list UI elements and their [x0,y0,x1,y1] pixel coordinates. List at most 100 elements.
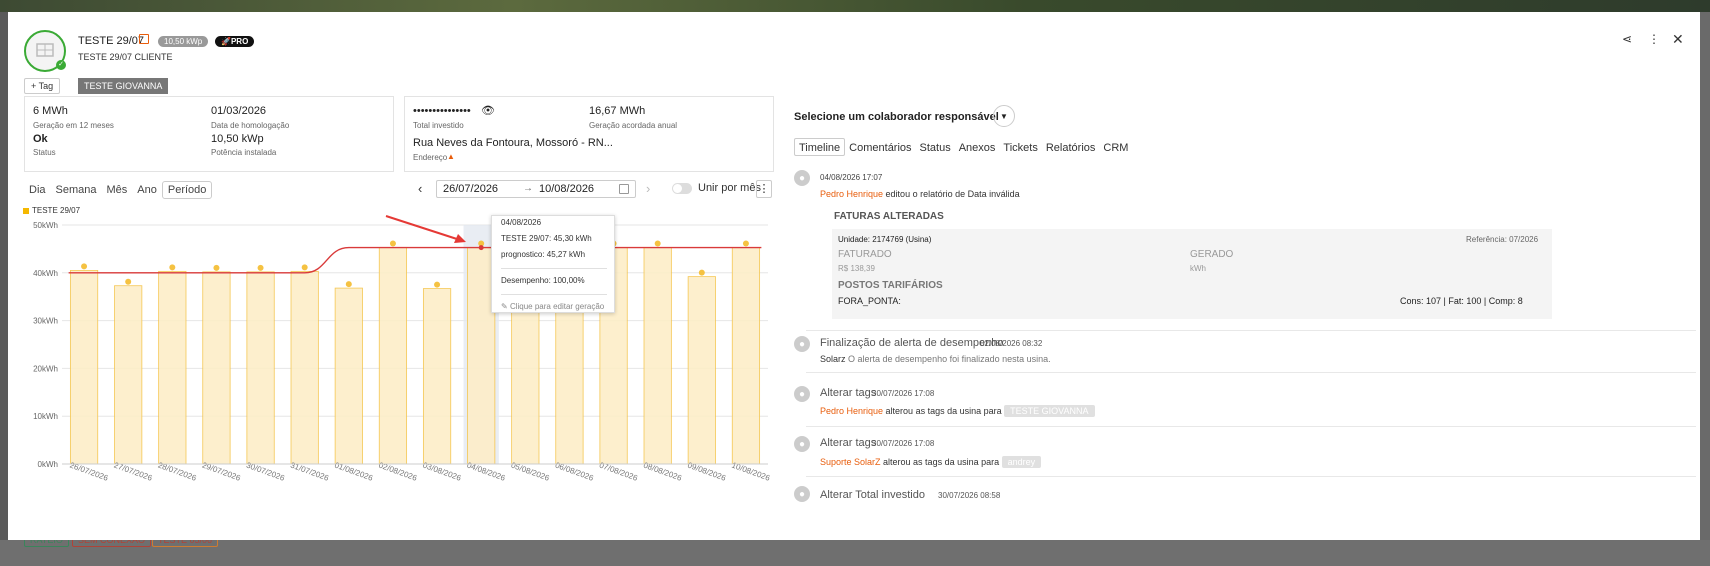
tab-status[interactable]: Status [916,139,955,157]
chart-options-icon[interactable]: ⋮ [756,180,772,198]
end-date[interactable]: 10/08/2026 [539,183,594,195]
entry2-desc: O alerta de desempenho foi finalizado ne… [845,354,1051,364]
tooltip-edit-label: Clique para editar geração [509,302,605,311]
entry1-changes: FATURAS ALTERADAS Unidade: 2174769 (Usin… [828,205,1694,329]
tab-timeline[interactable]: Timeline [794,138,846,156]
period-tab-ano[interactable]: Ano [132,181,162,199]
period-tab-dia[interactable]: Dia [24,181,51,199]
entry4-chip: andrey [1001,456,1042,468]
unir-por-mes-toggle[interactable] [672,183,692,194]
tooltip-edit-link[interactable]: ✎ Clique para editar geração [501,302,604,311]
unir-por-mes-label: Unir por mês [698,182,761,194]
chart-tooltip: 04/08/2026 TESTE 29/07: 45,30 kWh progno… [491,215,615,313]
sun-icon [301,264,308,271]
invest-value: ••••••••••••••• [413,105,471,117]
background-banner [0,0,1710,12]
reference-label: Referência: 07/2026 [1466,235,1539,244]
faturado-value: R$ 138,39 [838,264,875,273]
sun-icon [257,264,264,271]
postos-label: POSTOS TARIFÁRIOS [838,280,943,291]
share-icon[interactable]: ⋖ [1622,32,1632,46]
entry3-title: Alterar tags [820,387,877,399]
sun-icon [742,240,749,247]
responsible-label: Selecione um colaborador responsável [794,111,999,123]
tab-crm[interactable]: CRM [1099,139,1132,157]
unit-label: Unidade: 2174769 (Usina) [838,235,932,244]
entry1-text: Pedro Henrique editou o relatório de Dat… [820,189,1020,199]
calendar-icon[interactable] [619,184,629,194]
forecast-point [478,245,484,251]
fora-ponta-label: FORA_PONTA: [838,296,901,306]
entry4-date: 30/07/2026 17:08 [872,439,935,448]
stats-card-left: 6 MWh Geração em 12 meses Ok Status 01/0… [24,96,394,172]
previous-period-icon[interactable]: ‹ [418,181,422,196]
entry3-date: 30/07/2026 17:08 [872,389,935,398]
online-check-icon: ✓ [56,60,66,70]
right-tabs: Timeline Comentários Status Anexos Tickets Re… [794,138,1132,157]
date-range-picker[interactable]: 26/07/2026 → 10/08/2026 [436,180,636,198]
next-period-icon[interactable]: › [646,181,650,196]
user-avatar-icon: ● [794,170,810,186]
pro-badge: 🚀PRO [215,36,255,47]
close-icon[interactable]: ✕ [1672,31,1684,48]
more-vertical-icon[interactable]: ⋮ [1648,32,1660,46]
tab-anexos[interactable]: Anexos [955,139,1000,157]
tab-relatorios[interactable]: Relatórios [1042,139,1100,157]
faturado-label: FATURADO [838,249,892,260]
agreed-value: 16,67 MWh [589,105,646,117]
map-pin-icon[interactable]: ▲ [447,152,455,161]
eye-icon[interactable]: 👁 [481,104,495,117]
annotation-arrow [385,215,466,243]
y-tick-label: 30kWh [33,317,58,326]
entry1-user[interactable]: Pedro Henrique [820,189,883,199]
address-label: Endereço [413,153,448,162]
homolog-value: 01/03/2026 [211,105,267,117]
period-tab-semana[interactable]: Semana [51,181,102,199]
entry2-title: Finalização de alerta de desempenho [820,337,1004,349]
user-avatar-icon: ● [794,336,810,352]
generation-label: Geração em 12 meses [33,121,114,130]
period-tab-mes[interactable]: Mês [102,181,133,199]
power-label: Potência instalada [211,148,277,157]
responsible-dropdown-icon[interactable]: ▼ [993,105,1015,127]
period-tabs: Dia Semana Mês Ano Período [24,180,213,199]
timeline-divider [806,426,1696,427]
bar [246,271,275,465]
entry1-date: 04/08/2026 17:07 [820,173,883,182]
bar [731,247,761,465]
entry2-date: 02/08/2026 08:32 [980,339,1043,348]
entry1-desc: editou o relatório de Data inválida [883,189,1020,199]
entry4-text: Suporte SolarZ alterou as tags da usina … [820,456,1042,468]
period-tab-periodo[interactable]: Período [161,181,213,199]
add-tag-label: Tag [38,81,54,91]
client-name: TESTE 29/07 CLIENTE [78,52,173,62]
entry3-desc: alterou as tags da usina para [883,406,1002,416]
bar [378,247,408,465]
agreed-label: Geração acordada anual [589,121,678,130]
address-value: Rua Neves da Fontoura, Mossoró - RN... [413,137,613,149]
add-tag-button[interactable]: + Tag [24,78,61,94]
tooltip-performance: Desempenho: 100,00% [501,276,585,285]
bar [422,288,452,465]
external-link-icon[interactable] [139,34,149,44]
plant-modal: ✓ TESTE 29/07 10,50 kWp 🚀PRO TESTE 29/07… [8,12,1700,540]
bar [643,247,672,465]
user-avatar-icon: ● [794,436,810,452]
bar [290,270,319,465]
tab-comentarios[interactable]: Comentários [845,139,915,157]
sun-icon [654,240,661,247]
tooltip-date: 04/08/2026 [501,218,542,227]
bar [69,270,99,465]
entry4-user[interactable]: Suporte SolarZ [820,457,881,467]
sun-icon [125,278,132,285]
start-date[interactable]: 26/07/2026 [443,183,498,195]
y-tick-label: 50kWh [33,221,58,230]
background-left [0,12,8,566]
timeline-divider [806,330,1696,331]
bar [334,287,363,465]
power-badge: 10,50 kWp [158,36,209,47]
entry3-user[interactable]: Pedro Henrique [820,406,883,416]
stats-card-right: ••••••••••••••• 👁 Total investido Rua Ne… [404,96,774,172]
tooltip-forecast: prognostico: 45,27 kWh [501,250,586,259]
tab-tickets[interactable]: Tickets [999,139,1041,157]
